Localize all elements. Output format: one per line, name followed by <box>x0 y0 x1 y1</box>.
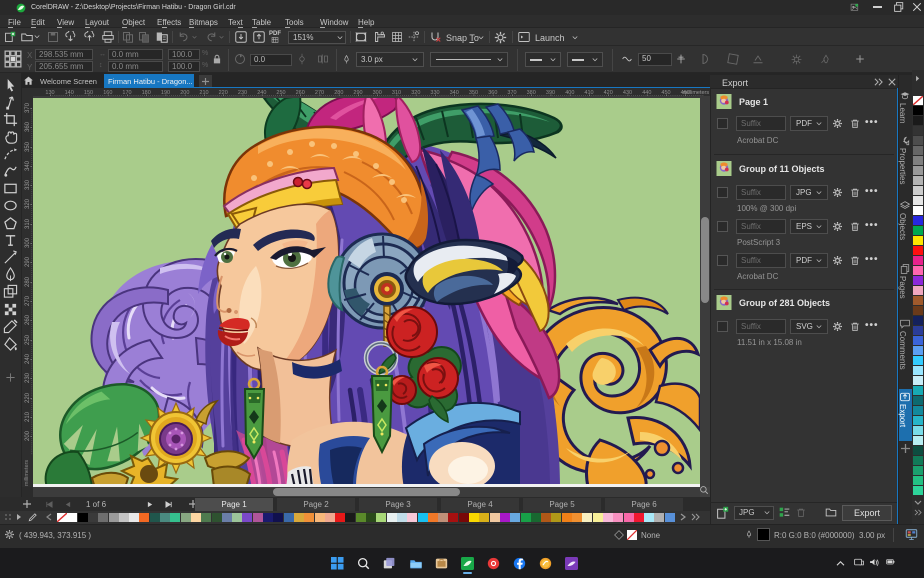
svg-text:370: 370 <box>25 102 31 113</box>
svg-text:340: 340 <box>25 160 31 171</box>
svg-text:millimeters: millimeters <box>24 460 30 487</box>
svg-text:360: 360 <box>25 121 31 132</box>
svg-text:290: 290 <box>25 256 31 267</box>
svg-text:230: 230 <box>25 372 31 383</box>
svg-text:200: 200 <box>25 430 31 441</box>
svg-text:270: 270 <box>25 295 31 306</box>
svg-text:240: 240 <box>25 353 31 364</box>
svg-text:220: 220 <box>25 392 31 403</box>
svg-text:320: 320 <box>25 198 31 209</box>
svg-text:330: 330 <box>25 179 31 190</box>
svg-text:350: 350 <box>25 141 31 152</box>
svg-text:310: 310 <box>25 218 31 229</box>
svg-text:210: 210 <box>25 411 31 422</box>
svg-text:280: 280 <box>25 276 31 287</box>
svg-text:250: 250 <box>25 334 31 345</box>
svg-text:260: 260 <box>25 314 31 325</box>
svg-text:300: 300 <box>25 237 31 248</box>
